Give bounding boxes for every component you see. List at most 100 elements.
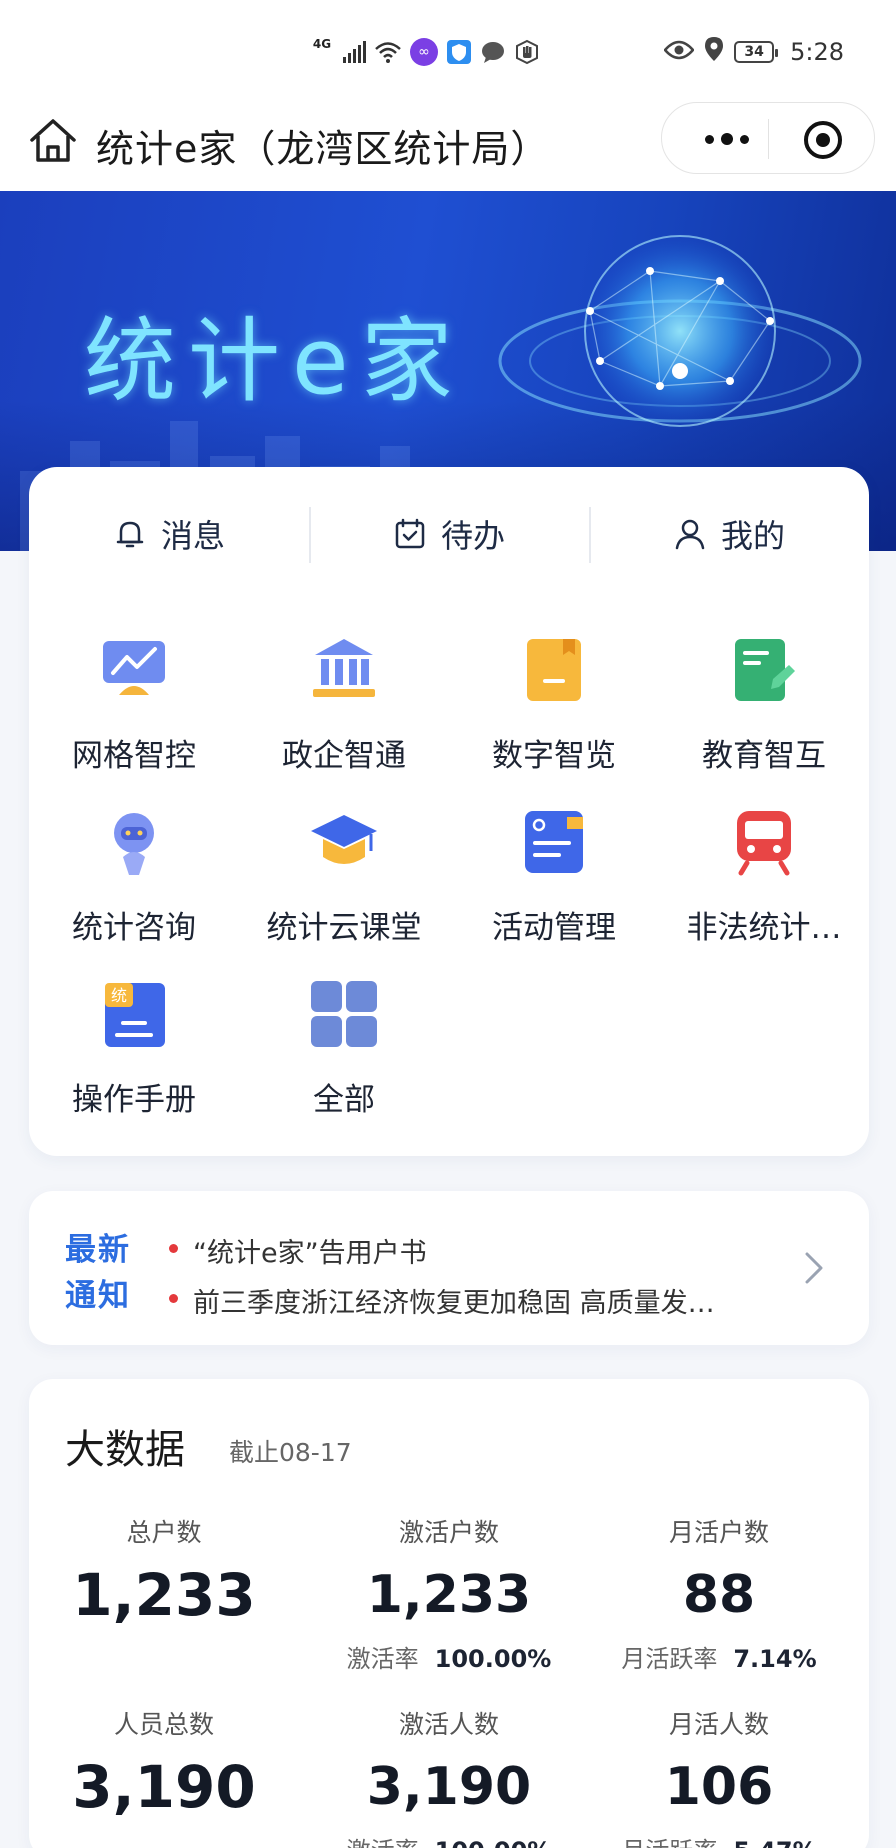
stat-monthly-active-people: 月活人数 106 月活跃率 5.47% (584, 1705, 854, 1848)
wifi-icon (374, 37, 402, 67)
grid-all-icon (311, 981, 377, 1047)
nav-bar: 统计e家（龙湾区统计局） (0, 96, 896, 191)
grid-label: 活动管理 (492, 910, 616, 946)
status-icons: 4G ∞ (310, 34, 540, 70)
stat-sub-label: 激活率 (346, 1645, 419, 1673)
grid-item-digital-view[interactable]: 数字智览 (449, 635, 659, 805)
notice-label-line1: 最新 (65, 1232, 131, 1268)
main-card: 消息 待办 我的 网格智控 政企智通 数字智览 教育智互 统计咨询 统计云课堂 … (29, 467, 869, 1156)
location-icon (704, 36, 724, 68)
stat-activated-people: 激活人数 3,190 激活率 100.00% (314, 1705, 584, 1848)
banner-title: 统计e家 (84, 308, 465, 415)
stat-sub-value: 7.14% (733, 1645, 817, 1673)
capsule-divider (768, 119, 769, 159)
status-time: 5:28 (790, 38, 844, 66)
stat-value: 106 (664, 1757, 774, 1817)
form-card-icon (525, 811, 583, 873)
grid-label: 统计云课堂 (266, 910, 422, 946)
train-icon (737, 811, 791, 876)
big-data-title: 大数据 (65, 1427, 185, 1473)
stat-monthly-active-households: 月活户数 88 月活跃率 7.14% (584, 1513, 854, 1674)
stat-label: 月活户数 (668, 1518, 769, 1547)
grid-item-consult[interactable]: 统计咨询 (29, 807, 239, 977)
more-icon[interactable] (692, 103, 762, 175)
bell-icon (116, 521, 144, 548)
stat-activated-households: 激活户数 1,233 激活率 100.00% (314, 1513, 584, 1674)
big-data-card: 大数据 截止08-17 总户数 1,233 激活户数 1,233 激活率 100.… (29, 1379, 869, 1848)
stat-sub: 激活率 100.00% (314, 1831, 584, 1848)
battery-icon: 34 (734, 41, 779, 63)
robot-assistant-icon (114, 813, 154, 875)
stat-sub-label: 月活跃率 (621, 1645, 718, 1673)
grid-item-activity[interactable]: 活动管理 (449, 807, 659, 977)
stat-label: 激活人数 (398, 1710, 499, 1739)
stat-sub-value: 100.00% (435, 1837, 552, 1848)
notebook-pen-icon (735, 639, 795, 701)
stat-sub: 月活跃率 5.47% (584, 1831, 854, 1848)
big-data-date: 截止08-17 (229, 1438, 352, 1467)
stat-sub-value: 5.47% (733, 1837, 816, 1848)
grid-label: 操作手册 (72, 1082, 196, 1118)
globe-decoration (498, 235, 862, 427)
grid-label: 统计咨询 (72, 910, 196, 946)
close-target-icon[interactable] (804, 121, 842, 159)
stat-sub-value: 100.00% (434, 1645, 552, 1673)
graduation-cap-icon (311, 815, 377, 864)
chart-monitor-icon (103, 641, 165, 695)
tab-messages[interactable]: 消息 (29, 503, 309, 565)
quick-tabs: 消息 待办 我的 (29, 503, 869, 565)
grid-item-manual[interactable]: 统 操作手册 (29, 979, 239, 1149)
user-icon (675, 519, 705, 550)
home-icon[interactable] (28, 116, 78, 166)
mini-program-capsule (661, 102, 875, 174)
grid-item-illegal-stats[interactable]: 非法统计… (659, 807, 869, 977)
stat-label: 人员总数 (113, 1710, 214, 1739)
grid-label: 政企智通 (282, 738, 406, 774)
hand-icon (514, 37, 540, 67)
stat-value: 1,233 (366, 1565, 532, 1625)
shield-app-icon (446, 37, 472, 67)
manual-book-icon: 统 (105, 983, 165, 1047)
grid-item-grid-control[interactable]: 网格智控 (29, 635, 239, 805)
tab-todo[interactable]: 待办 (309, 503, 589, 565)
tab-mine[interactable]: 我的 (589, 503, 869, 565)
stat-total-households: 总户数 1,233 (29, 1513, 299, 1625)
tab-label: 我的 (720, 517, 785, 555)
stat-value: 3,190 (72, 1753, 256, 1821)
notice-item[interactable]: “统计e家”告用户书 (169, 1231, 789, 1270)
stat-value: 88 (682, 1565, 756, 1625)
page-title: 统计e家（龙湾区统计局） (96, 127, 550, 171)
stat-sub: 月活跃率 7.14% (584, 1639, 854, 1674)
stat-label: 激活户数 (398, 1518, 499, 1547)
grid-item-cloud-class[interactable]: 统计云课堂 (239, 807, 449, 977)
app-notification-icon: ∞ (410, 38, 438, 66)
stat-value: 1,233 (72, 1561, 256, 1629)
chevron-right-icon[interactable] (799, 1246, 829, 1290)
stat-sub-label: 月活跃率 (621, 1837, 717, 1848)
bank-building-icon (313, 639, 375, 697)
grid-item-education[interactable]: 教育智互 (659, 635, 869, 805)
grid-item-all[interactable]: 全部 (239, 979, 449, 1149)
stat-label: 月活人数 (668, 1710, 769, 1739)
grid-label: 全部 (313, 1082, 375, 1118)
chat-bubble-icon (480, 37, 506, 67)
stat-sub-label: 激活率 (347, 1837, 419, 1848)
stat-total-people: 人员总数 3,190 (29, 1705, 299, 1817)
signal-icon (342, 41, 366, 63)
network-4g-label: 4G (312, 37, 332, 51)
notice-label: 最新 通知 (65, 1227, 145, 1319)
grid-label: 非法统计… (686, 910, 842, 946)
grid-label: 网格智控 (72, 738, 196, 774)
stat-value: 3,190 (366, 1757, 532, 1817)
status-bar: 4G ∞ 34 5:28 (0, 0, 896, 96)
notice-item[interactable]: 前三季度浙江经济恢复更加稳固 高质量发… (169, 1281, 789, 1320)
grid-item-gov-enterprise[interactable]: 政企智通 (239, 635, 449, 805)
manual-badge-text: 统 (111, 986, 127, 1005)
tab-label: 消息 (160, 517, 225, 555)
calendar-check-icon (395, 518, 425, 549)
grid-label: 数字智览 (492, 738, 616, 774)
status-right: 34 5:28 (663, 34, 844, 70)
notice-label-line2: 通知 (65, 1278, 131, 1314)
notice-card[interactable]: 最新 通知 “统计e家”告用户书 前三季度浙江经济恢复更加稳固 高质量发… (29, 1191, 869, 1345)
grid-label: 教育智互 (702, 738, 826, 774)
